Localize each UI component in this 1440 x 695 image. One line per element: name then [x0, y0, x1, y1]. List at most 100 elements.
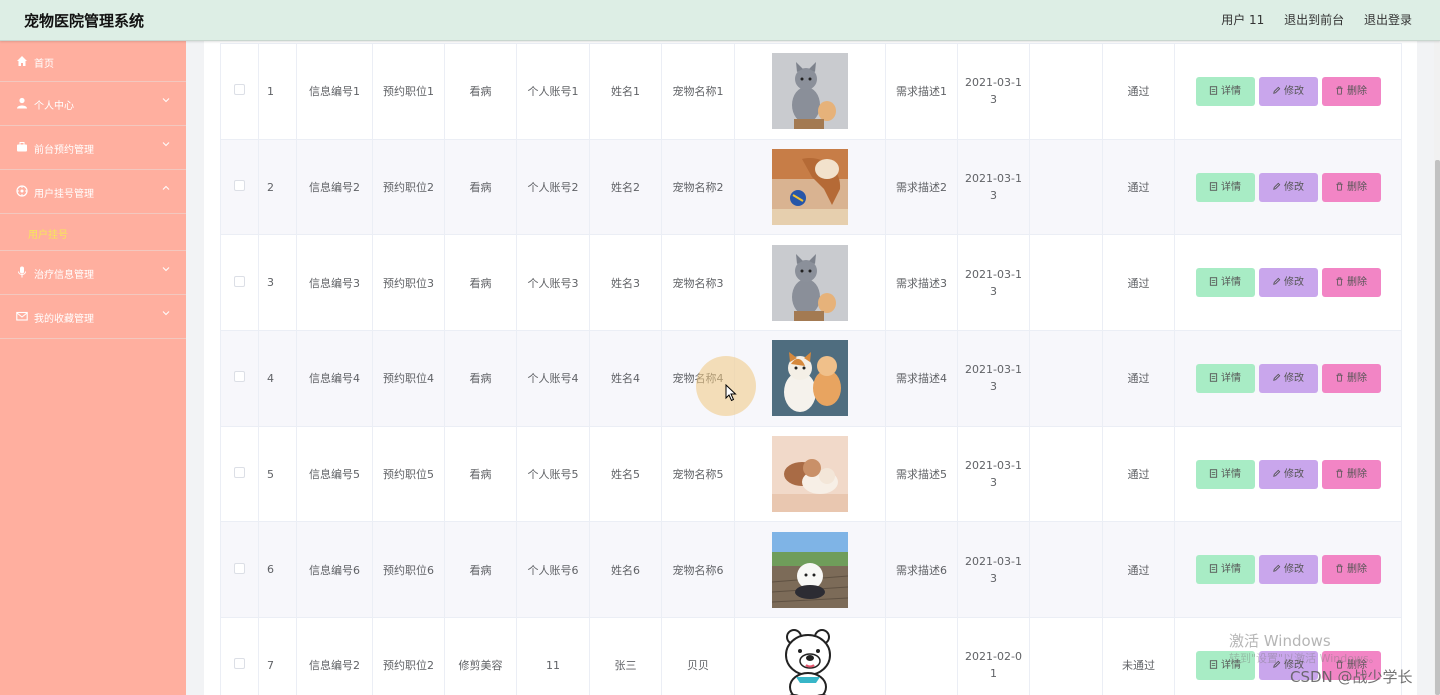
date-cell: 2021-03-13: [957, 234, 1030, 332]
submenu-item-user-registration[interactable]: 用户挂号: [0, 214, 186, 251]
document-icon: [1209, 86, 1218, 95]
delete-button-label: 删除: [1347, 277, 1367, 289]
pet-photo[interactable]: [772, 436, 848, 512]
sidebar-item-favorites[interactable]: 我的收藏管理: [0, 295, 186, 339]
edit-button[interactable]: 修改: [1258, 363, 1318, 393]
row-index: 6: [258, 521, 297, 619]
microphone-icon: [18, 266, 26, 278]
pet-photo[interactable]: [772, 532, 848, 608]
detail-button-label: 详情: [1221, 181, 1241, 193]
empty-cell: [1029, 617, 1103, 695]
edit-button-label: 修改: [1284, 468, 1304, 480]
trash-icon: [1336, 277, 1343, 286]
sidebar-item-front-booking[interactable]: 前台预约管理: [0, 126, 186, 170]
pet-image-cell: [734, 234, 886, 332]
edit-button[interactable]: 修改: [1258, 555, 1318, 585]
name-cell: 姓名3: [589, 234, 662, 332]
detail-button[interactable]: 详情: [1195, 459, 1255, 489]
edit-button[interactable]: 修改: [1258, 172, 1318, 202]
delete-button[interactable]: 删除: [1321, 459, 1381, 489]
document-icon: [1209, 468, 1218, 478]
row-checkbox[interactable]: [234, 467, 245, 479]
name-cell: 姓名5: [589, 425, 662, 523]
row-checkbox[interactable]: [234, 562, 245, 574]
description-cell: 需求描述4: [885, 330, 958, 427]
delete-button[interactable]: 删除: [1321, 172, 1381, 202]
detail-button[interactable]: 详情: [1195, 363, 1255, 393]
logout-link[interactable]: 退出登录: [1364, 13, 1412, 27]
row-checkbox[interactable]: [234, 658, 245, 670]
sidebar-item-treatment-info[interactable]: 治疗信息管理: [0, 251, 186, 295]
delete-button[interactable]: 删除: [1321, 363, 1381, 393]
empty-cell: [1029, 43, 1103, 140]
delete-button[interactable]: 删除: [1321, 76, 1381, 106]
pet-name-cell: 贝贝: [661, 617, 735, 695]
row-index: 5: [258, 425, 297, 523]
pet-photo[interactable]: [772, 340, 848, 416]
detail-button[interactable]: 详情: [1195, 172, 1255, 202]
table-row: 7 信息编号2 预约职位2 修剪美容 11 张三 贝贝 2021-02-01 未通过 详情 修改 删除: [220, 617, 1402, 695]
date-cell: 2021-03-13: [957, 425, 1030, 523]
sidebar-item-home[interactable]: 首页: [0, 41, 186, 82]
pet-photo[interactable]: [772, 627, 848, 695]
account-cell: 11: [516, 617, 590, 695]
exit-to-front-link[interactable]: 退出到前台: [1284, 13, 1344, 27]
row-checkbox-cell: [220, 521, 259, 619]
row-checkbox[interactable]: [234, 180, 245, 192]
row-checkbox-cell: [220, 43, 259, 140]
edit-button-label: 修改: [1284, 277, 1304, 289]
trash-icon: [1336, 469, 1343, 478]
trash-icon: [1336, 373, 1343, 382]
pet-name-cell: 宠物名称6: [661, 521, 735, 619]
edit-button[interactable]: 修改: [1258, 268, 1318, 298]
description-cell: 需求描述3: [885, 234, 958, 332]
empty-cell: [1029, 234, 1103, 332]
sidebar-item-personal-center[interactable]: 个人中心: [0, 82, 186, 126]
delete-button-label: 删除: [1347, 85, 1367, 97]
table-row: 5 信息编号5 预约职位5 看病 个人账号5 姓名5 宠物名称5 需求描述5 2021-03-1…: [220, 425, 1402, 523]
edit-button-label: 修改: [1284, 181, 1304, 193]
pet-name-cell: 宠物名称5: [661, 425, 735, 523]
date-cell: 2021-03-13: [957, 521, 1030, 619]
row-index: 4: [258, 330, 297, 427]
current-user[interactable]: 用户 11: [1221, 13, 1264, 27]
edit-button[interactable]: 修改: [1258, 76, 1318, 106]
chevron-down-icon: [162, 98, 170, 103]
row-checkbox[interactable]: [234, 275, 245, 287]
delete-button[interactable]: 删除: [1321, 268, 1381, 298]
position-cell: 预约职位2: [372, 617, 445, 695]
pet-image-cell: [734, 43, 886, 140]
chevron-down-icon: [162, 267, 170, 272]
detail-button[interactable]: 详情: [1195, 268, 1255, 298]
name-cell: 姓名4: [589, 330, 662, 427]
delete-button-label: 删除: [1347, 468, 1367, 480]
pet-photo[interactable]: [772, 53, 848, 129]
sidebar-item-label: 首页: [34, 59, 54, 70]
detail-button[interactable]: 详情: [1195, 76, 1255, 106]
description-cell: 需求描述2: [885, 138, 958, 236]
empty-cell: [1029, 425, 1103, 523]
row-checkbox[interactable]: [234, 371, 245, 383]
empty-cell: [1029, 138, 1103, 236]
edit-button-label: 修改: [1284, 564, 1304, 576]
pet-photo[interactable]: [772, 149, 848, 225]
date-cell: 2021-03-13: [957, 43, 1030, 140]
service-cell: 看病: [444, 234, 517, 332]
edit-button[interactable]: 修改: [1258, 459, 1318, 489]
service-cell: 修剪美容: [444, 617, 517, 695]
scrollbar-thumb[interactable]: [1435, 160, 1440, 695]
actions-cell: 详情 修改 删除: [1174, 330, 1402, 427]
actions-cell: 详情 修改 删除: [1174, 425, 1402, 523]
header-actions: 用户 11 退出到前台 退出登录: [1205, 11, 1412, 28]
row-checkbox-cell: [220, 234, 259, 332]
csdn-watermark: CSDN @战少学长: [1290, 668, 1413, 686]
row-checkbox[interactable]: [234, 84, 245, 96]
service-cell: 看病: [444, 330, 517, 427]
pet-photo[interactable]: [772, 245, 848, 321]
detail-button[interactable]: 详情: [1195, 555, 1255, 585]
user-icon: [17, 97, 27, 109]
sidebar-item-user-registration[interactable]: 用户挂号管理: [0, 170, 186, 214]
edit-button-label: 修改: [1284, 372, 1304, 384]
table-row: 6 信息编号6 预约职位6 看病 个人账号6 姓名6 宠物名称6 需求描述6 2021-03-1…: [220, 521, 1402, 619]
delete-button[interactable]: 删除: [1321, 555, 1381, 585]
